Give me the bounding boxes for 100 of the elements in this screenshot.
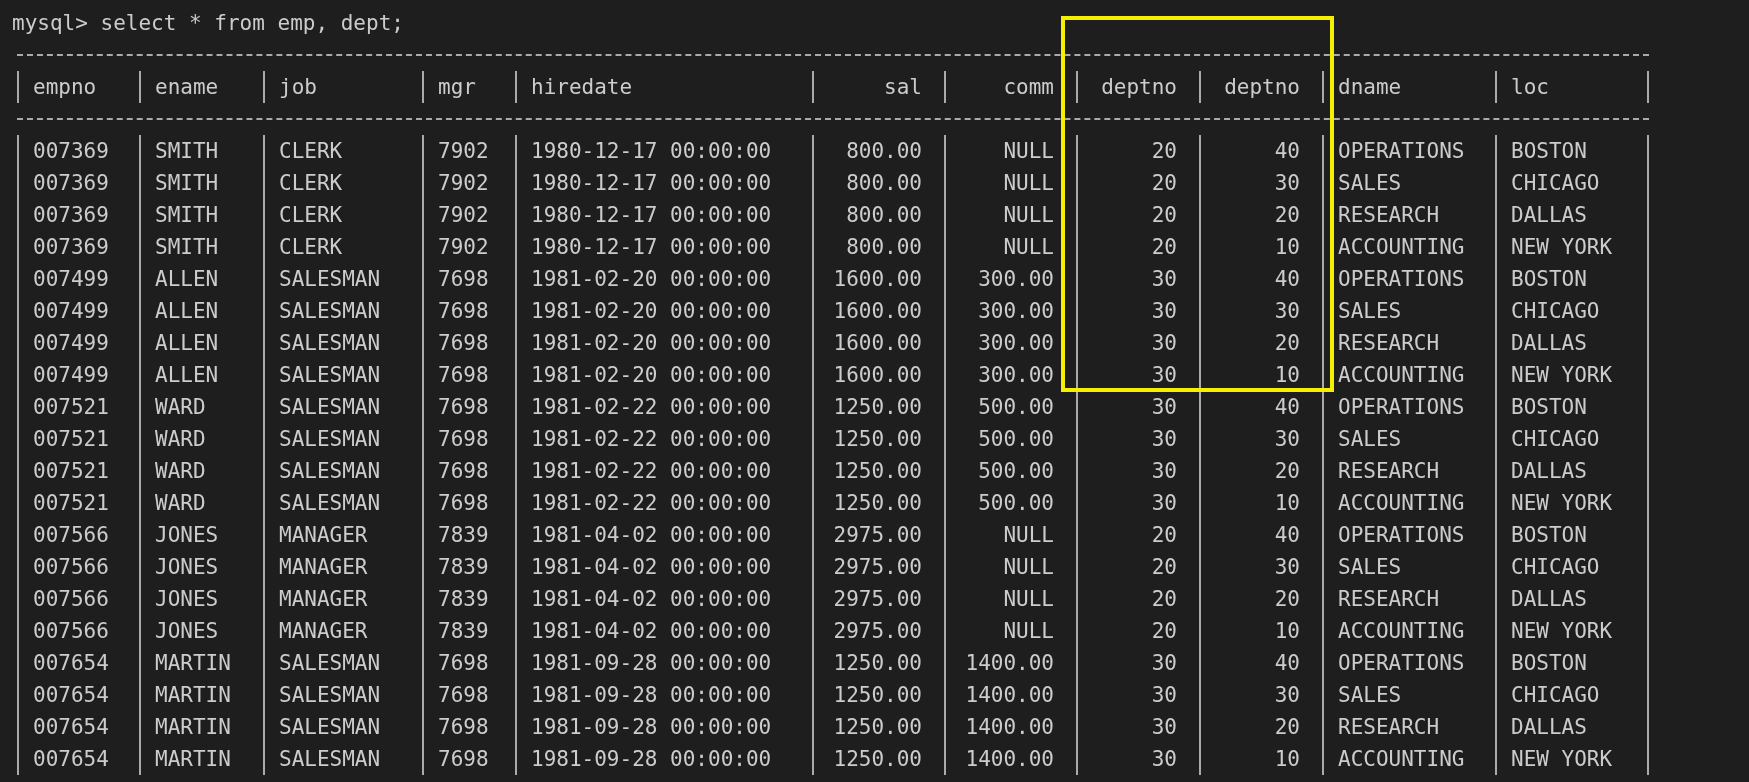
table-cell: 007369 xyxy=(17,135,139,167)
table-cell: MARTIN xyxy=(139,647,263,679)
table-cell: DALLAS xyxy=(1495,711,1642,743)
table-cell: MANAGER xyxy=(263,551,422,583)
table-cell: 7839 xyxy=(422,551,515,583)
table-cell: SALESMAN xyxy=(263,423,422,455)
table-cell: JONES xyxy=(139,583,263,615)
table-cell: ACCOUNTING xyxy=(1322,615,1495,647)
table-cell: 7698 xyxy=(422,423,515,455)
table-cell: 7698 xyxy=(422,263,515,295)
column-header: loc xyxy=(1495,71,1642,103)
table-cell: 7698 xyxy=(422,711,515,743)
table-cell: 7698 xyxy=(422,487,515,519)
table-cell: SALESMAN xyxy=(263,743,422,775)
table-cell: 500.00 xyxy=(944,391,1076,423)
table-cell: 007369 xyxy=(17,167,139,199)
table-cell: SALESMAN xyxy=(263,391,422,423)
table-cell: 10 xyxy=(1199,359,1322,391)
table-cell: 30 xyxy=(1199,295,1322,327)
table-cell: 1981-02-22 00:00:00 xyxy=(515,455,812,487)
table-cell: 7698 xyxy=(422,743,515,775)
table-cell: 30 xyxy=(1076,263,1199,295)
table-cell: 2975.00 xyxy=(812,519,944,551)
table-cell: 007566 xyxy=(17,615,139,647)
table-cell: 007499 xyxy=(17,295,139,327)
table-cell: SALES xyxy=(1322,167,1495,199)
table-cell: 20 xyxy=(1076,135,1199,167)
table-cell: SMITH xyxy=(139,231,263,263)
column-header: hiredate xyxy=(515,71,812,103)
table-cell: 30 xyxy=(1076,423,1199,455)
table-cell: CLERK xyxy=(263,231,422,263)
table-cell: 1250.00 xyxy=(812,679,944,711)
table-cell: NULL xyxy=(944,583,1076,615)
table-cell: 007521 xyxy=(17,423,139,455)
table-cell: 30 xyxy=(1199,167,1322,199)
column-header: comm xyxy=(944,71,1076,103)
table-cell: 1400.00 xyxy=(944,711,1076,743)
table-cell: SALES xyxy=(1322,423,1495,455)
table-cell: DALLAS xyxy=(1495,199,1642,231)
column-header: deptno xyxy=(1199,71,1322,103)
table-cell: 30 xyxy=(1076,295,1199,327)
table-cell: 1980-12-17 00:00:00 xyxy=(515,135,812,167)
table-cell: SALESMAN xyxy=(263,295,422,327)
table-cell: 1600.00 xyxy=(812,327,944,359)
table-cell: 007654 xyxy=(17,711,139,743)
table-cell: ACCOUNTING xyxy=(1322,231,1495,263)
table-cell: SALESMAN xyxy=(263,679,422,711)
table-cell: 30 xyxy=(1199,679,1322,711)
table-cell: 10 xyxy=(1199,743,1322,775)
table-cell: 1250.00 xyxy=(812,711,944,743)
table-cell: NEW YORK xyxy=(1495,615,1642,647)
table-cell: 1981-02-22 00:00:00 xyxy=(515,423,812,455)
table-cell: NULL xyxy=(944,551,1076,583)
table-cell: DALLAS xyxy=(1495,455,1642,487)
table-cell: NULL xyxy=(944,199,1076,231)
table-cell: 7698 xyxy=(422,359,515,391)
table-cell: 10 xyxy=(1199,487,1322,519)
table-cell: 7902 xyxy=(422,167,515,199)
column-header: sal xyxy=(812,71,944,103)
table-cell: 40 xyxy=(1199,519,1322,551)
table-cell: OPERATIONS xyxy=(1322,263,1495,295)
table-cell: BOSTON xyxy=(1495,519,1642,551)
table-cell: 007369 xyxy=(17,231,139,263)
table-cell: SALES xyxy=(1322,551,1495,583)
table-cell: 30 xyxy=(1076,455,1199,487)
table-cell: ALLEN xyxy=(139,327,263,359)
table-cell: 1981-02-20 00:00:00 xyxy=(515,295,812,327)
table-cell: 20 xyxy=(1076,551,1199,583)
table-cell: 1981-02-22 00:00:00 xyxy=(515,487,812,519)
table-cell: NEW YORK xyxy=(1495,359,1642,391)
table-cell: 2975.00 xyxy=(812,583,944,615)
table-cell: MANAGER xyxy=(263,583,422,615)
table-cell: 1250.00 xyxy=(812,487,944,519)
column-header: ename xyxy=(139,71,263,103)
table-cell: JONES xyxy=(139,551,263,583)
table-cell: WARD xyxy=(139,487,263,519)
table-cell: DALLAS xyxy=(1495,583,1642,615)
table-cell: 800.00 xyxy=(812,199,944,231)
table-cell: 800.00 xyxy=(812,167,944,199)
table-cell: SALESMAN xyxy=(263,647,422,679)
table-cell: 007654 xyxy=(17,743,139,775)
table-cell: 7902 xyxy=(422,199,515,231)
table-cell: 1981-02-20 00:00:00 xyxy=(515,263,812,295)
table-cell: 007566 xyxy=(17,551,139,583)
table-cell: 1400.00 xyxy=(944,743,1076,775)
table-cell: 1980-12-17 00:00:00 xyxy=(515,167,812,199)
column-header: job xyxy=(263,71,422,103)
table-cell: 1981-09-28 00:00:00 xyxy=(515,711,812,743)
table-cell: NULL xyxy=(944,167,1076,199)
table-cell: NULL xyxy=(944,231,1076,263)
table-cell: 1981-04-02 00:00:00 xyxy=(515,583,812,615)
table-cell: 500.00 xyxy=(944,487,1076,519)
table-cell: 20 xyxy=(1199,327,1322,359)
table-cell: 300.00 xyxy=(944,359,1076,391)
table-cell: 1981-02-20 00:00:00 xyxy=(515,359,812,391)
table-cell: RESEARCH xyxy=(1322,455,1495,487)
table-cell: 1250.00 xyxy=(812,423,944,455)
table-cell: CHICAGO xyxy=(1495,167,1642,199)
table-cell: 500.00 xyxy=(944,423,1076,455)
table-cell: NULL xyxy=(944,135,1076,167)
